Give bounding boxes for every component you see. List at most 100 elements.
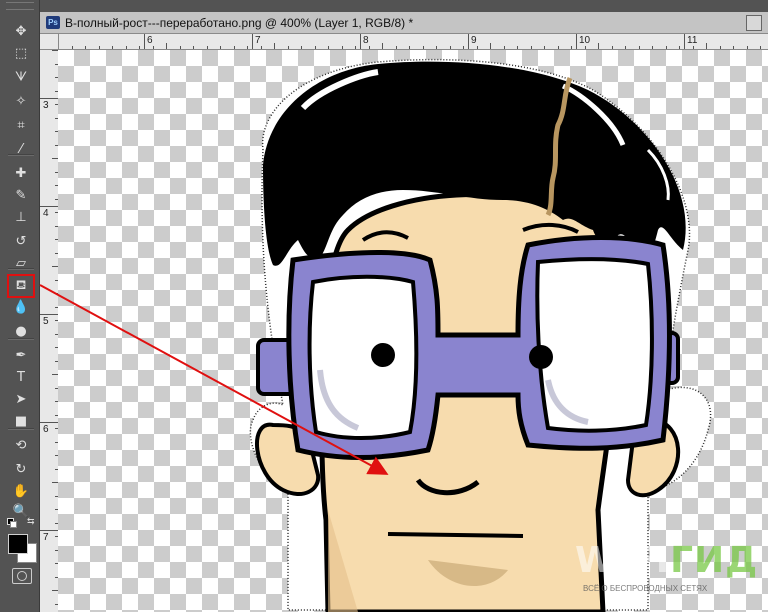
ruler-tick bbox=[571, 46, 572, 49]
watermark: WIFIГИД ВСЁ О БЕСПРОВОДНЫХ СЕТЯХ bbox=[575, 540, 765, 610]
ruler-tick bbox=[733, 46, 734, 49]
ruler-tick bbox=[260, 46, 262, 49]
ruler-tick bbox=[638, 46, 640, 49]
ruler-tick bbox=[382, 43, 383, 49]
brush-tool-icon[interactable]: ✎ bbox=[9, 186, 33, 206]
character-artwork bbox=[249, 58, 712, 612]
ruler-tick bbox=[301, 46, 302, 49]
ruler-major-tick bbox=[684, 34, 685, 49]
document-canvas[interactable] bbox=[58, 50, 768, 612]
ruler-tick bbox=[422, 46, 424, 49]
quick-mask-icon[interactable] bbox=[12, 568, 32, 584]
vertical-ruler[interactable]: 3 4 5 6 7 bbox=[40, 34, 59, 612]
ruler-tick bbox=[220, 46, 221, 49]
eyedropper-tool-icon[interactable]: ⁄ bbox=[9, 140, 33, 160]
hand-tool-icon[interactable]: ✋ bbox=[9, 482, 33, 502]
3d-orbit-tool-icon[interactable]: ↻ bbox=[9, 460, 33, 480]
ruler-tick bbox=[85, 46, 86, 49]
watermark-tagline: ВСЁ О БЕСПРОВОДНЫХ СЕТЯХ bbox=[583, 584, 708, 593]
3d-rotate-tool-icon[interactable]: ⟲ bbox=[9, 436, 33, 456]
type-tool-icon[interactable]: T bbox=[9, 368, 33, 388]
ruler-tick bbox=[233, 46, 235, 49]
ruler-tick bbox=[503, 46, 505, 49]
photoshop-icon: Ps bbox=[46, 16, 60, 29]
ruler-tick bbox=[665, 46, 667, 49]
ruler-tick bbox=[314, 46, 316, 49]
ruler-label: 5 bbox=[43, 316, 49, 327]
ruler-major-tick bbox=[40, 530, 58, 531]
ruler-major-tick bbox=[144, 34, 145, 49]
ruler-tick bbox=[490, 43, 491, 49]
ruler-tick bbox=[598, 43, 599, 49]
ruler-tick bbox=[557, 46, 559, 49]
ruler-tick bbox=[517, 46, 518, 49]
pen-tool-icon[interactable]: ✒ bbox=[9, 346, 33, 366]
ruler-tick bbox=[544, 46, 545, 49]
ruler-major-tick bbox=[40, 206, 58, 207]
ruler-label: 11 bbox=[687, 35, 698, 46]
ruler-tick bbox=[112, 46, 113, 49]
history-brush-tool-icon[interactable]: ↺ bbox=[9, 232, 33, 252]
ruler-tick bbox=[652, 46, 653, 49]
crop-tool-icon[interactable]: ⌗ bbox=[9, 116, 33, 136]
ruler-major-tick bbox=[252, 34, 253, 49]
ruler-tick bbox=[679, 46, 680, 49]
ruler-tick bbox=[584, 46, 586, 49]
ruler-tick bbox=[71, 46, 73, 49]
document-tab[interactable]: Ps В-полный-рост---переработано.png @ 40… bbox=[40, 12, 768, 34]
ruler-origin[interactable] bbox=[40, 34, 59, 50]
move-tool-icon[interactable]: ✥ bbox=[9, 22, 33, 42]
eraser-tool-icon[interactable]: ▱ bbox=[9, 254, 33, 274]
ruler-tick bbox=[152, 46, 154, 49]
ruler-label: 9 bbox=[471, 35, 477, 46]
path-selection-tool-icon[interactable]: ➤ bbox=[9, 390, 33, 410]
ruler-major-tick bbox=[576, 34, 577, 49]
blur-tool-icon[interactable]: 💧 bbox=[9, 298, 33, 318]
ruler-tick bbox=[463, 46, 464, 49]
panel-grip[interactable] bbox=[6, 2, 34, 10]
ruler-tick bbox=[179, 46, 181, 49]
horizontal-ruler[interactable]: 6 7 8 9 10 11 bbox=[58, 34, 768, 50]
clone-stamp-tool-icon[interactable]: ⊥ bbox=[9, 208, 33, 228]
lasso-tool-icon[interactable]: ᗐ bbox=[9, 68, 33, 88]
ruler-label: 10 bbox=[579, 35, 591, 46]
ruler-label: 8 bbox=[363, 35, 369, 46]
ruler-label: 7 bbox=[43, 532, 49, 543]
ruler-tick bbox=[193, 46, 194, 49]
ruler-tick bbox=[706, 43, 707, 49]
shape-tool-icon[interactable]: ■ bbox=[9, 412, 33, 432]
ruler-tick bbox=[341, 46, 343, 49]
default-colors-icon[interactable] bbox=[7, 518, 17, 528]
ruler-tick bbox=[449, 46, 451, 49]
ruler-tick bbox=[692, 46, 694, 49]
ruler-tick bbox=[355, 46, 356, 49]
swap-colors-icon[interactable]: ⇆ bbox=[27, 516, 37, 526]
ruler-label: 6 bbox=[147, 35, 153, 46]
dodge-tool-icon[interactable]: ● bbox=[9, 322, 33, 342]
ruler-label: 6 bbox=[43, 424, 49, 435]
foreground-color-swatch[interactable] bbox=[8, 534, 28, 554]
watermark-logo: WIFIГИД bbox=[575, 540, 759, 581]
magic-wand-tool-icon[interactable]: ✧ bbox=[9, 92, 33, 112]
healing-brush-tool-icon[interactable]: ✚ bbox=[9, 164, 33, 184]
marquee-tool-icon[interactable]: ⬚ bbox=[9, 44, 33, 64]
ruler-major-tick bbox=[40, 98, 58, 99]
paint-bucket-tool-icon[interactable]: ⛾ bbox=[7, 274, 35, 298]
tools-panel: ✥ ⬚ ᗐ ✧ ⌗ ⁄ ✚ ✎ ⊥ ↺ ▱ ⛾ 💧 ● ✒ T ➤ ■ ⟲ ↻ ✋ 🔍 ⇆ bbox=[0, 0, 40, 612]
ruler-tick bbox=[98, 46, 100, 49]
ruler-major-tick bbox=[40, 314, 58, 315]
ruler-major-tick bbox=[40, 422, 58, 423]
ruler-tick bbox=[274, 43, 275, 49]
ruler-tick bbox=[368, 46, 370, 49]
tab-scroll-icon[interactable] bbox=[746, 15, 762, 31]
ruler-tick bbox=[125, 46, 127, 49]
ruler-tick bbox=[328, 46, 329, 49]
ruler-tick bbox=[166, 43, 167, 49]
ruler-label: 3 bbox=[43, 100, 49, 111]
tab-bar-strip bbox=[40, 0, 768, 12]
ruler-label: 7 bbox=[255, 35, 261, 46]
ruler-tick bbox=[206, 46, 208, 49]
document-title: В-полный-рост---переработано.png @ 400% … bbox=[65, 16, 414, 30]
ruler-tick bbox=[476, 46, 478, 49]
ruler-tick bbox=[719, 46, 721, 49]
